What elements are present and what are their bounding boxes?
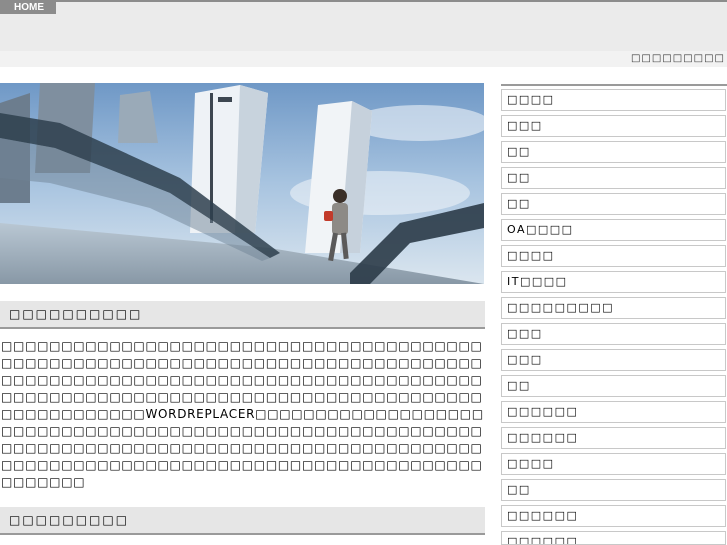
hero-image-city-bridge	[0, 83, 484, 284]
sidebar-item[interactable]: □□	[501, 479, 726, 501]
sub-bar	[0, 51, 727, 67]
sidebar-item[interactable]: OA□□□□	[501, 219, 726, 241]
sidebar-item[interactable]: □□□□	[501, 89, 726, 111]
sidebar-item[interactable]: □□□□	[501, 453, 726, 475]
sidebar-item[interactable]: □□□	[501, 349, 726, 371]
header-band	[0, 2, 727, 51]
sidebar-item[interactable]: □□□□□□	[501, 531, 726, 545]
sidebar-item[interactable]: □□	[501, 375, 726, 397]
sidebar-item[interactable]: □□	[501, 141, 726, 163]
main-paragraph: □□□□□□□□□□□□□□□□□□□□□□□□□□□□□□□□□□□□□□□□…	[1, 339, 484, 489]
sidebar-item[interactable]: □□□□	[501, 245, 726, 267]
city-bridge-illustration	[0, 83, 484, 284]
sidebar-item[interactable]: □□□	[501, 323, 726, 345]
sidebar-item[interactable]: □□□□□□	[501, 427, 726, 449]
sidebar-item[interactable]: □□	[501, 167, 726, 189]
sidebar-item[interactable]: □□□□□□	[501, 401, 726, 423]
sidebar-item[interactable]: □□□□□□□□□	[501, 297, 726, 319]
section-heading-bar-1: □□□□□□□□□□	[0, 301, 485, 329]
sidebar-item[interactable]: □□□	[501, 115, 726, 137]
sub-bar-text[interactable]: □□□□□□□□□	[631, 53, 725, 65]
sidebar-item[interactable]: IT□□□□	[501, 271, 726, 293]
sidebar-item[interactable]: □□□□□□	[501, 505, 726, 527]
section-heading-2: □□□□□□□□□	[9, 513, 130, 527]
section-heading-bar-2: □□□□□□□□□	[0, 507, 485, 535]
sidebar-item[interactable]: □□	[501, 193, 726, 215]
section-heading-1: □□□□□□□□□□	[9, 307, 143, 321]
sidebar-top-border	[501, 84, 727, 86]
home-tab[interactable]: HOME	[0, 2, 56, 14]
